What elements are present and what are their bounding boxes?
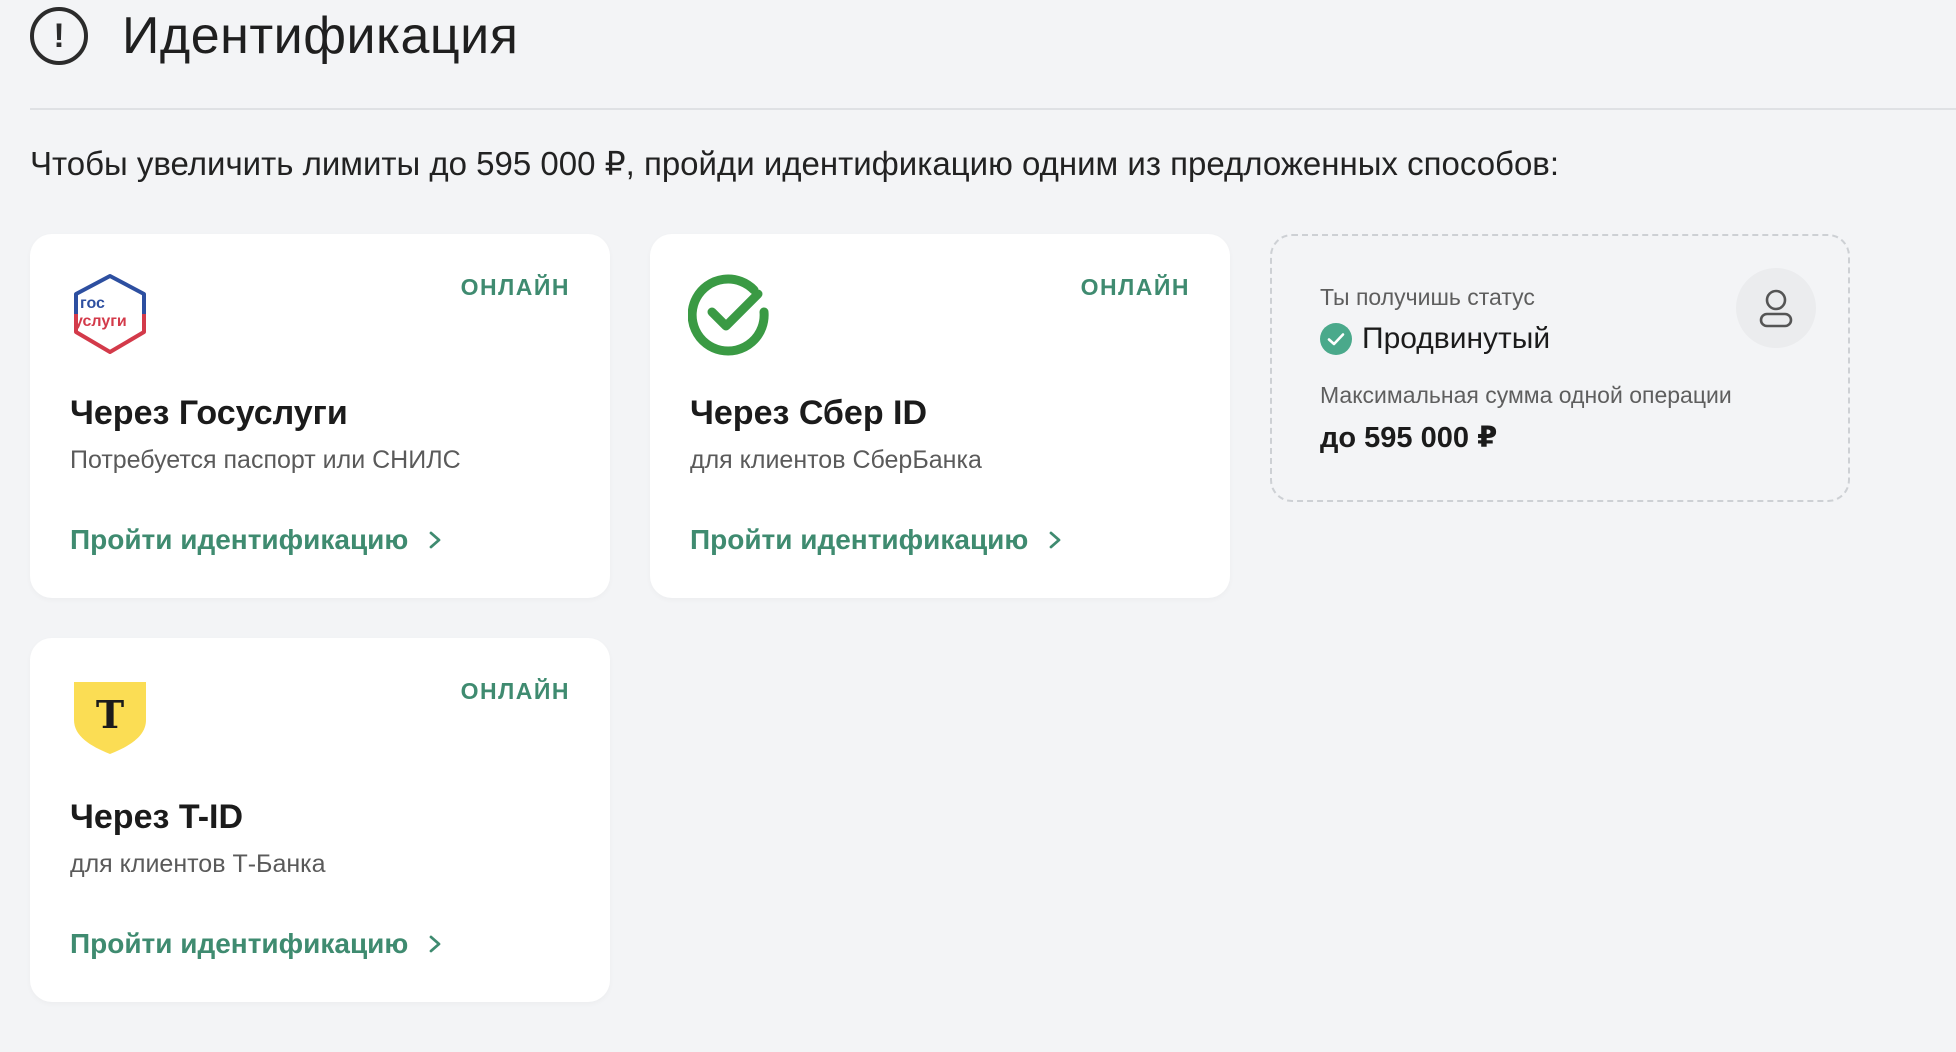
identify-via-tid-link[interactable]: Пройти идентификацию [70, 928, 446, 960]
tid-card[interactable]: ОНЛАЙН Т Через T-ID для клиентов Т-Банка… [30, 638, 610, 1002]
page-subtitle: Чтобы увеличить лимиты до 595 000 ₽, про… [30, 145, 1560, 182]
tbank-logo-letter: Т [96, 692, 124, 737]
sber-card[interactable]: ОНЛАЙН Через Сбер ID для клиентов СберБа… [650, 234, 1230, 598]
card-description: для клиентов СберБанка [690, 446, 982, 474]
page-header: ! Идентификация [30, 0, 518, 72]
online-badge: ОНЛАЙН [460, 274, 570, 300]
identify-via-gosuslugi-link[interactable]: Пройти идентификацию [70, 524, 446, 556]
card-description: Потребуется паспорт или СНИЛС [70, 446, 461, 474]
page-title: Идентификация [122, 7, 519, 65]
chevron-right-icon [1049, 531, 1061, 549]
card-title: Через Сбер ID [690, 394, 928, 432]
status-label: Ты получишь статус [1320, 284, 1535, 310]
sber-logo-icon [687, 272, 772, 356]
gosuslugi-logo-icon: гос услуги [68, 272, 152, 356]
identify-via-sber-link[interactable]: Пройти идентификацию [690, 524, 1066, 556]
header-divider [30, 108, 1956, 110]
uslugi-logo-text: услуги [74, 313, 127, 330]
gosuslugi-card[interactable]: ОНЛАЙН гос услуги Через Госуслуги Потреб… [30, 234, 610, 598]
card-title: Через T-ID [70, 798, 244, 836]
chevron-right-icon [429, 935, 441, 953]
user-icon [1736, 268, 1816, 348]
max-operation-value: до 595 000 ₽ [1320, 422, 1498, 454]
card-title: Через Госуслуги [70, 394, 348, 432]
link-label: Пройти идентификацию [70, 524, 409, 555]
status-row: Продвинутый [1320, 322, 1550, 356]
max-operation-label: Максимальная сумма одной операции [1320, 382, 1732, 408]
card-description: для клиентов Т-Банка [70, 850, 326, 878]
tbank-logo-icon: Т [68, 676, 152, 760]
online-badge: ОНЛАЙН [460, 678, 570, 704]
link-label: Пройти идентификацию [690, 524, 1029, 555]
gos-logo-text: гос [80, 295, 105, 312]
check-circle-icon [1320, 323, 1352, 355]
exclamation-circle-icon: ! [30, 7, 88, 65]
status-info-panel: Ты получишь статус Продвинутый Максималь… [1270, 234, 1850, 502]
status-name: Продвинутый [1362, 322, 1551, 355]
link-label: Пройти идентификацию [70, 928, 409, 959]
chevron-right-icon [429, 531, 441, 549]
online-badge: ОНЛАЙН [1080, 274, 1190, 300]
identification-page: ! Идентификация Чтобы увеличить лимиты д… [0, 0, 1956, 1052]
